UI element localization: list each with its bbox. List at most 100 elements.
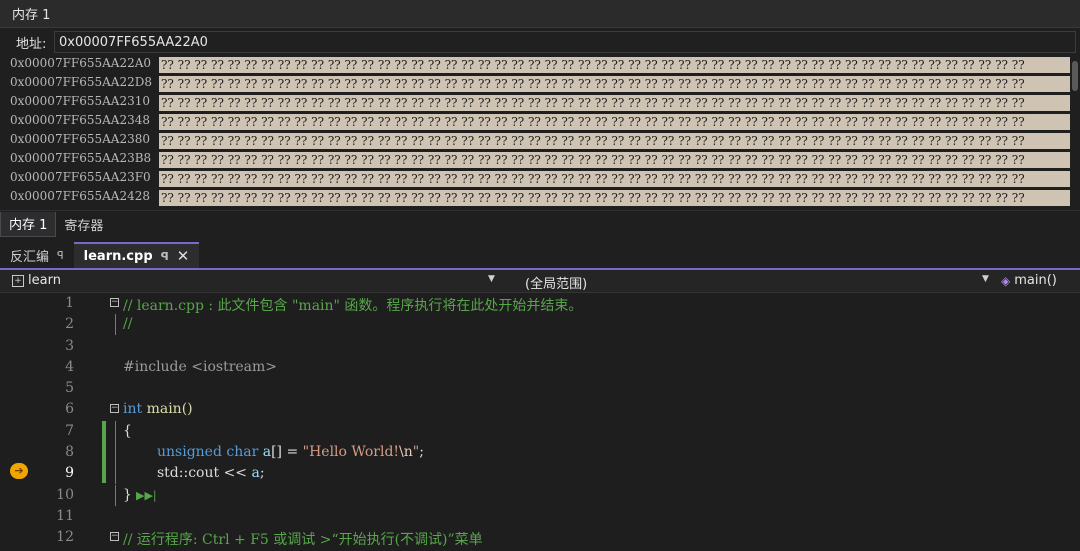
tab-registers[interactable]: 寄存器 [56, 212, 111, 236]
close-icon[interactable]: ✕ [177, 247, 190, 265]
code-keyword: unsigned char [157, 444, 259, 461]
fold-guide [115, 442, 116, 464]
project-dropdown[interactable]: + learn [12, 273, 61, 288]
code-editor[interactable]: 1 − // learn.cpp : 此文件包含 "main" 函数。程序执行将… [0, 293, 1080, 551]
tab-disassembly-label: 反汇编 [10, 249, 50, 265]
code-text: std::cout << a; [157, 465, 265, 481]
tab-memory-1[interactable]: 内存 1 [0, 211, 57, 237]
memory-row-bytes[interactable]: ?? ?? ?? ?? ?? ?? ?? ?? ?? ?? ?? ?? ?? ?… [159, 152, 1080, 168]
scope-dropdown-label: (全局范围) [525, 277, 588, 292]
memory-row-address: 0x00007FF655AA23B8 [10, 151, 152, 165]
pin-icon[interactable]: ꟼ [57, 249, 64, 262]
code-line: 3 [0, 336, 1080, 357]
code-line: 1 − // learn.cpp : 此文件包含 "main" 函数。程序执行将… [0, 293, 1080, 314]
line-number: 6 [65, 401, 74, 418]
line-number: 3 [65, 337, 74, 354]
chevron-down-icon[interactable]: ▼ [488, 274, 495, 284]
scope-dropdown[interactable]: (全局范围) [525, 273, 587, 292]
code-include: #include <iostream> [123, 358, 278, 375]
line-number: 10 [56, 486, 74, 503]
code-identifier: std::cout << [157, 465, 252, 482]
tab-learn-cpp-label: learn.cpp [83, 248, 153, 264]
memory-row: 0x00007FF655AA2380 ?? ?? ?? ?? ?? ?? ?? ?… [0, 131, 1080, 150]
fold-collapse-icon[interactable]: − [110, 532, 119, 542]
line-number: 4 [65, 358, 74, 375]
current-statement-arrow-icon[interactable]: ➔ [10, 463, 28, 479]
code-brace: { [123, 422, 132, 439]
memory-row-bytes[interactable]: ?? ?? ?? ?? ?? ?? ?? ?? ?? ?? ?? ?? ?? ?… [159, 57, 1080, 73]
project-dropdown-label: learn [28, 273, 61, 288]
line-number: 2 [65, 316, 74, 333]
memory-row-address: 0x00007FF655AA22A0 [10, 56, 152, 70]
memory-window-title: 内存 1 [0, 0, 1080, 28]
code-line: 6 − int main() [0, 399, 1080, 420]
code-line: 10 } ▶▶| [0, 484, 1080, 506]
tab-disassembly[interactable]: 反汇编 ꟼ [0, 242, 74, 268]
memory-row-address: 0x00007FF655AA2348 [10, 113, 151, 127]
code-escape: \n [399, 444, 413, 461]
fold-collapse-icon[interactable]: − [110, 404, 119, 414]
code-semicolon: ; [419, 444, 424, 461]
memory-grid[interactable]: 0x00007FF655AA22A0 ?? ?? ?? ?? ?? ?? ?? ?… [0, 55, 1080, 207]
project-icon: + [12, 274, 24, 287]
code-comment: // learn.cpp : 此文件包含 "main" 函数。程序执行将在此处开… [123, 298, 583, 314]
tab-learn-cpp[interactable]: learn.cpp ꟼ ✕ [73, 242, 200, 268]
memory-row-address: 0x00007FF655AA2380 [10, 132, 151, 146]
code-line: 5 [0, 378, 1080, 399]
memory-row-address: 0x00007FF655AA22D8 [10, 75, 152, 89]
memory-row: 0x00007FF655AA22A0 ?? ?? ?? ?? ?? ?? ?? ?… [0, 55, 1080, 74]
memory-row: 0x00007FF655AA2348 ?? ?? ?? ?? ?? ?? ?? ?… [0, 112, 1080, 131]
fold-guide [115, 484, 116, 506]
code-line: 9 std::cout << a; [0, 463, 1080, 485]
line-number: 11 [56, 507, 74, 524]
memory-row: 0x00007FF655AA23F0 ?? ?? ?? ?? ?? ?? ?? ?… [0, 169, 1080, 188]
address-label: 地址: [16, 36, 47, 52]
code-line: 2 // [0, 314, 1080, 336]
code-line: 11 [0, 506, 1080, 527]
memory-row-bytes[interactable]: ?? ?? ?? ?? ?? ?? ?? ?? ?? ?? ?? ?? ?? ?… [159, 171, 1080, 187]
memory-scrollbar[interactable] [1070, 55, 1080, 207]
memory-row-address: 0x00007FF655AA23F0 [10, 170, 151, 184]
fold-guide [115, 463, 116, 485]
code-text: unsigned char a[] = "Hello World!\n"; [157, 444, 424, 460]
memory-row-bytes[interactable]: ?? ?? ?? ?? ?? ?? ?? ?? ?? ?? ?? ?? ?? ?… [159, 190, 1080, 206]
line-number-current: 9 [65, 465, 74, 482]
code-line: 4 #include <iostream> [0, 357, 1080, 378]
code-line: 7 { [0, 420, 1080, 442]
code-operator: [] = [271, 444, 303, 461]
run-to-cursor-icon[interactable]: ▶▶| [136, 489, 157, 502]
address-input[interactable] [54, 31, 1076, 53]
memory-tab-strip: 内存 1 寄存器 [0, 210, 1080, 237]
chevron-down-icon[interactable]: ▼ [982, 274, 989, 284]
memory-row: 0x00007FF655AA2428 ?? ?? ?? ?? ?? ?? ?? ?… [0, 188, 1080, 207]
memory-row: 0x00007FF655AA2310 ?? ?? ?? ?? ?? ?? ?? ?… [0, 93, 1080, 112]
code-brace: } [123, 486, 132, 503]
method-cube-icon: ◈ [1001, 273, 1011, 288]
code-variable: a [251, 465, 260, 482]
code-identifier: main() [142, 401, 193, 418]
code-text: int main() [123, 401, 193, 417]
code-variable: a [258, 444, 272, 461]
code-line: 8 unsigned char a[] = "Hello World!\n"; [0, 442, 1080, 464]
pin-icon[interactable]: ꟼ [161, 250, 169, 263]
fold-collapse-icon[interactable]: − [110, 298, 119, 307]
memory-scrollbar-thumb[interactable] [1072, 61, 1078, 91]
memory-row-bytes[interactable]: ?? ?? ?? ?? ?? ?? ?? ?? ?? ?? ?? ?? ?? ?… [159, 114, 1080, 130]
fold-guide [115, 314, 116, 336]
line-number: 1 [65, 295, 74, 311]
line-number: 7 [65, 422, 74, 439]
line-number: 8 [65, 444, 74, 461]
memory-row-address: 0x00007FF655AA2428 [10, 189, 151, 203]
code-comment: // [123, 316, 133, 333]
changed-lines-indicator [102, 421, 106, 483]
memory-row-address: 0x00007FF655AA2310 [10, 94, 151, 108]
navigation-bar: + learn ▼ (全局范围) ▼ ◈ main() [0, 270, 1080, 293]
memory-row-bytes[interactable]: ?? ?? ?? ?? ?? ?? ?? ?? ?? ?? ?? ?? ?? ?… [159, 133, 1080, 149]
function-dropdown[interactable]: ◈ main() [1001, 273, 1057, 288]
memory-row-bytes[interactable]: ?? ?? ?? ?? ?? ?? ?? ?? ?? ?? ?? ?? ?? ?… [159, 95, 1080, 111]
code-line: 12 − // 运行程序: Ctrl + F5 或调试 >“开始执行(不调试)”… [0, 527, 1080, 548]
line-number: 12 [56, 529, 74, 546]
line-number: 5 [65, 380, 74, 397]
function-dropdown-label: main() [1014, 273, 1057, 288]
memory-row-bytes[interactable]: ?? ?? ?? ?? ?? ?? ?? ?? ?? ?? ?? ?? ?? ?… [159, 76, 1080, 92]
